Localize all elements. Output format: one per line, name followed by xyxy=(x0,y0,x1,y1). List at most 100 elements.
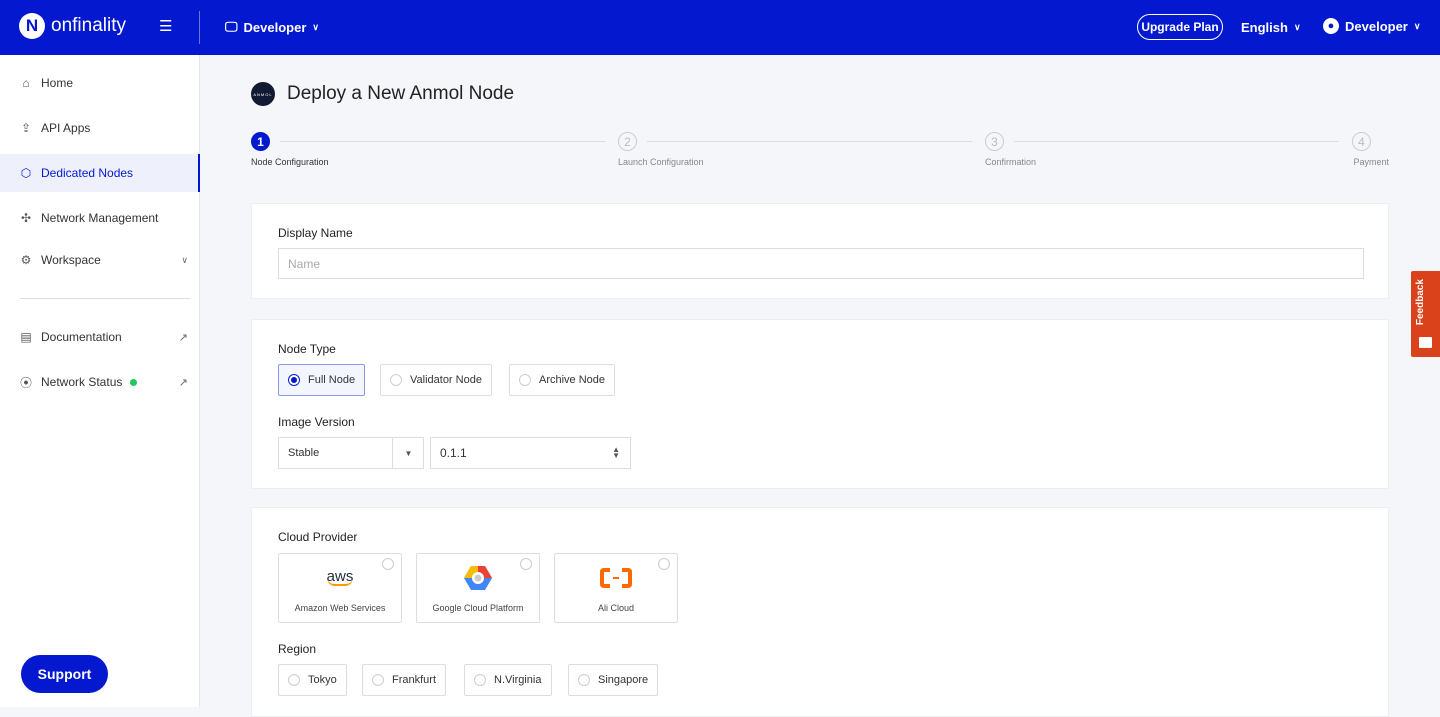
image-version-label: Image Version xyxy=(278,415,355,429)
provider-name: Amazon Web Services xyxy=(294,603,386,613)
brand-name: onfinality xyxy=(51,15,126,36)
provider-name: Ali Cloud xyxy=(597,603,635,613)
chevron-down-icon: ∨ xyxy=(1413,20,1421,31)
sidebar-item-network-management[interactable]: ✣ Network Management xyxy=(0,199,200,237)
ali-cloud-logo-icon xyxy=(555,565,677,591)
sidebar-item-documentation[interactable]: ▤ Documentation ↗ xyxy=(0,318,200,356)
sidebar-divider xyxy=(20,298,190,299)
provider-name: Google Cloud Platform xyxy=(432,603,524,613)
display-name-input[interactable] xyxy=(278,248,1364,279)
step-number: 2 xyxy=(618,132,637,151)
gear-icon: ⚙ xyxy=(20,253,32,267)
top-header: Nonfinality ☰ 🖵 Developer ∨ Upgrade Plan E… xyxy=(0,0,1440,55)
step-number: 3 xyxy=(985,132,1004,151)
cloud-provider-card: Cloud Provider aws Amazon Web Services Go… xyxy=(251,507,1389,717)
radio-icon xyxy=(578,674,590,686)
sidebar-item-dedicated-nodes[interactable]: ⬡ Dedicated Nodes xyxy=(0,154,200,192)
image-version-select[interactable]: 0.1.1 ▲ ▼ xyxy=(430,437,631,469)
brand-logo[interactable]: Nonfinality xyxy=(19,13,126,39)
sidebar-item-workspace[interactable]: ⚙ Workspace ∨ xyxy=(0,241,200,279)
node-type-card: Node Type Full Node Validator Node Archi… xyxy=(251,319,1389,489)
sidebar-item-label: Workspace xyxy=(41,253,101,267)
channel-value: Stable xyxy=(288,447,320,459)
region-n-virginia[interactable]: N.Virginia xyxy=(464,664,552,696)
upgrade-plan-button[interactable]: Upgrade Plan xyxy=(1137,14,1223,40)
feedback-label: Feedback xyxy=(1415,279,1426,326)
step-number: 4 xyxy=(1352,132,1371,151)
provider-gcp[interactable]: Google Cloud Platform xyxy=(416,553,540,623)
image-channel-select[interactable]: Stable ▼ xyxy=(278,437,424,469)
chevron-down-icon: ∨ xyxy=(181,254,188,265)
cube-icon: ⬡ xyxy=(20,166,32,180)
step-label: Payment xyxy=(1353,157,1389,167)
provider-ali-cloud[interactable]: Ali Cloud xyxy=(554,553,678,623)
step-node-configuration: 1 Node Configuration xyxy=(251,132,329,167)
header-divider xyxy=(199,11,200,44)
option-label: Validator Node xyxy=(410,374,482,386)
option-label: Tokyo xyxy=(308,674,337,686)
version-value: 0.1.1 xyxy=(440,446,467,460)
region-label: Region xyxy=(278,642,317,656)
step-launch-configuration: 2 Launch Configuration xyxy=(618,132,704,167)
step-connector xyxy=(647,141,972,142)
user-name: Developer xyxy=(1345,18,1408,34)
language-dropdown[interactable]: English ∨ xyxy=(1241,20,1301,35)
onfinality-logo-icon: N xyxy=(19,13,45,39)
sidebar-item-label: API Apps xyxy=(41,121,91,135)
option-label: Frankfurt xyxy=(392,674,437,686)
option-label: N.Virginia xyxy=(494,674,542,686)
step-confirmation: 3 Confirmation xyxy=(985,132,1036,167)
sidebar-item-api-apps[interactable]: ⇪ API Apps xyxy=(0,109,200,147)
language-label: English xyxy=(1241,20,1288,35)
api-icon: ⇪ xyxy=(20,121,32,135)
option-label: Full Node xyxy=(308,374,356,386)
page-title: ANMOL Deploy a New Anmol Node xyxy=(251,82,514,106)
home-icon: ⌂ xyxy=(22,76,30,90)
node-type-archive-node[interactable]: Archive Node xyxy=(509,364,616,396)
display-name-card: Display Name xyxy=(251,203,1389,299)
sidebar-item-label: Dedicated Nodes xyxy=(41,166,134,180)
radio-icon xyxy=(474,674,486,686)
support-button[interactable]: Support xyxy=(21,655,108,693)
sidebar-item-label: Documentation xyxy=(41,330,122,344)
region-frankfurt[interactable]: Frankfurt xyxy=(362,664,447,696)
workspace-dropdown[interactable]: 🖵 Developer ∨ xyxy=(225,19,319,35)
caret-down-icon[interactable]: ▼ xyxy=(392,438,424,468)
display-name-label: Display Name xyxy=(278,226,353,240)
radio-icon xyxy=(372,674,384,686)
region-tokyo[interactable]: Tokyo xyxy=(278,664,347,696)
radio-icon xyxy=(390,374,402,386)
broadcast-icon: ⦿ xyxy=(19,375,32,390)
sort-arrows-icon: ▲ ▼ xyxy=(612,445,620,460)
option-label: Archive Node xyxy=(539,374,606,386)
step-number: 1 xyxy=(251,132,270,151)
sidebar-item-home[interactable]: ⌂ Home xyxy=(0,64,200,102)
collapse-menu-icon[interactable]: ☰ xyxy=(159,17,172,35)
node-type-label: Node Type xyxy=(278,342,336,356)
chevron-down-icon: ∨ xyxy=(312,21,320,32)
step-label: Node Configuration xyxy=(251,157,329,167)
provider-aws[interactable]: aws Amazon Web Services xyxy=(278,553,402,623)
user-menu[interactable]: ● Developer ∨ xyxy=(1323,18,1420,34)
feedback-face-icon xyxy=(1419,337,1432,348)
step-label: Confirmation xyxy=(985,157,1037,167)
user-avatar-icon: ● xyxy=(1323,18,1339,34)
region-singapore[interactable]: Singapore xyxy=(568,664,659,696)
node-type-validator-node[interactable]: Validator Node xyxy=(380,364,492,396)
workspace-label: Developer xyxy=(243,19,307,35)
feedback-tab[interactable]: Feedback xyxy=(1411,271,1440,357)
radio-icon xyxy=(288,674,300,686)
network-icon: ✣ xyxy=(20,211,32,225)
step-payment: 4 Payment xyxy=(1352,132,1389,167)
aws-logo-icon: aws xyxy=(279,565,401,591)
radio-icon xyxy=(288,374,300,386)
cloud-provider-label: Cloud Provider xyxy=(278,530,358,544)
step-label: Launch Configuration xyxy=(618,157,704,167)
step-connector xyxy=(280,141,605,142)
sidebar-item-network-status[interactable]: ⦿ Network Status ↗ xyxy=(0,363,200,401)
aws-logo-text: aws xyxy=(326,568,354,586)
monitor-icon: 🖵 xyxy=(225,19,238,34)
external-link-icon: ↗ xyxy=(178,376,188,389)
node-type-full-node[interactable]: Full Node xyxy=(278,364,366,396)
sidebar-item-label: Network Status xyxy=(41,375,123,389)
